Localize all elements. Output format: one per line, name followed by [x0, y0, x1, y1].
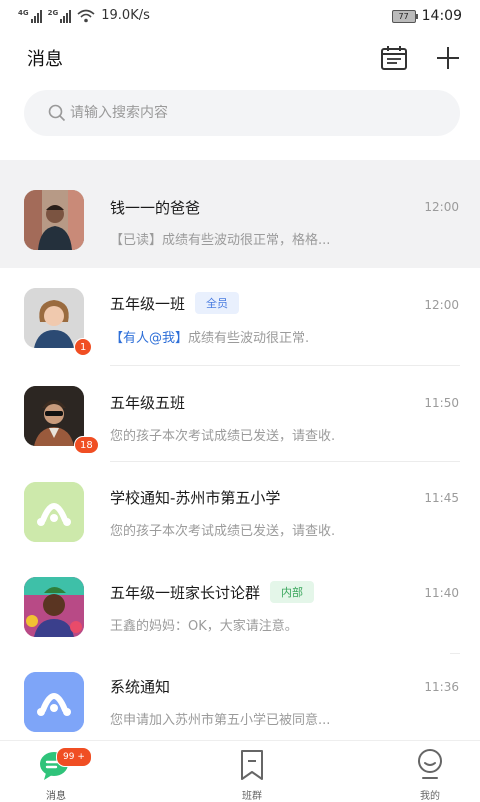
conversation-title: 五年级一班家长讨论群 — [110, 584, 261, 602]
calendar-button[interactable] — [378, 42, 410, 74]
conversation-item[interactable]: 18 五年级五班 11:50 您的孩子本次考试成绩已发送，请查收. — [0, 366, 480, 462]
signal-icon: 2G — [48, 9, 72, 23]
conversation-item[interactable]: 钱一一的爸爸 12:00 【已读】成绩有些波动很正常，格格... — [0, 160, 480, 268]
status-right: 77 14:09 — [391, 8, 462, 24]
conversation-preview: 您的孩子本次考试成绩已发送，请查收. — [110, 524, 336, 539]
conversation-item[interactable]: 系统通知 11:36 您申请加入苏州市第五小学已被同意... — [0, 654, 480, 744]
plus-icon — [437, 47, 459, 69]
avatar — [24, 482, 84, 542]
conversation-time: 11:36 — [424, 680, 459, 694]
conversation-item[interactable]: 学校通知-苏州市第五小学 11:45 您的孩子本次考试成绩已发送，请查收. — [0, 462, 480, 558]
conversation-preview: 王鑫的妈妈：OK，大家请注意。 — [110, 619, 298, 634]
signal-icon: 4G — [18, 9, 42, 23]
system-logo-icon — [24, 672, 84, 732]
wifi-icon — [77, 9, 95, 22]
conversation-list: 钱一一的爸爸 12:00 【已读】成绩有些波动很正常，格格... 1 五年级一班… — [0, 160, 480, 744]
conversation-time: 11:50 — [424, 396, 459, 410]
mention-tag: 【有人@我】 — [110, 331, 189, 346]
search-bar[interactable] — [24, 90, 460, 136]
conversation-time: 11:40 — [424, 586, 459, 600]
conversation-name: 学校通知-苏州市第五小学 — [110, 489, 281, 507]
search-input[interactable] — [70, 90, 440, 136]
tab-bar: 99 + 消息 班群 我的 — [0, 740, 480, 802]
avatar — [24, 672, 84, 732]
conversation-time: 11:45 — [424, 491, 459, 505]
bookmark-icon — [241, 750, 263, 780]
clock: 14:09 — [421, 8, 462, 24]
conversation-name: 系统通知 — [110, 678, 171, 696]
conversation-name: 钱一一的爸爸 — [110, 199, 201, 217]
tab-profile[interactable]: 我的 — [390, 741, 470, 802]
header: 消息 — [0, 36, 480, 84]
avatar — [24, 577, 84, 637]
status-bar: 4G 2G 19.0K/s 77 14:09 — [0, 0, 480, 36]
notice-logo-icon — [24, 482, 84, 542]
tab-class-groups[interactable]: 班群 — [212, 741, 292, 802]
search-icon — [48, 104, 66, 122]
preview-text: 成绩有些波动很正常. — [188, 331, 310, 346]
conversation-item[interactable]: 五年级一班家长讨论群 内部 11:40 王鑫的妈妈：OK，大家请注意。 — [0, 558, 480, 654]
conversation-preview: 【已读】成绩有些波动很正常，格格... — [110, 229, 330, 248]
profile-icon — [418, 749, 442, 779]
avatar — [24, 288, 84, 348]
network-speed: 19.0K/s — [101, 8, 150, 23]
conversation-title: 五年级一班 — [110, 295, 186, 313]
avatar — [24, 386, 84, 446]
avatar — [24, 190, 84, 250]
page-title: 消息 — [27, 49, 63, 70]
conversation-item[interactable]: 1 五年级一班 全员 12:00 【有人@我】成绩有些波动很正常. — [0, 268, 480, 366]
group-tag: 全员 — [195, 292, 240, 314]
preview-text: 成绩有些波动很正常，格格... — [162, 233, 331, 248]
read-status: 【已读】 — [110, 233, 163, 248]
battery-icon: 77 — [391, 9, 418, 23]
conversation-preview: 【有人@我】成绩有些波动很正常. — [110, 327, 309, 346]
conversation-name: 五年级一班家长讨论群 内部 — [110, 581, 315, 603]
calendar-icon — [381, 46, 407, 70]
conversation-preview: 您申请加入苏州市第五小学已被同意... — [110, 713, 331, 728]
tab-messages[interactable]: 99 + 消息 — [16, 741, 96, 802]
unread-badge: 18 — [74, 436, 99, 454]
tab-badge: 99 + — [56, 747, 92, 767]
conversation-time: 12:00 — [424, 298, 459, 312]
conversation-time: 12:00 — [424, 200, 459, 214]
conversation-preview: 您的孩子本次考试成绩已发送，请查收. — [110, 429, 336, 444]
conversation-name: 五年级五班 — [110, 394, 186, 412]
conversation-name: 五年级一班 全员 — [110, 292, 240, 314]
unread-badge: 1 — [74, 338, 93, 356]
status-left: 4G 2G 19.0K/s — [18, 8, 150, 23]
group-tag: 内部 — [270, 581, 315, 603]
add-button[interactable] — [432, 42, 464, 74]
